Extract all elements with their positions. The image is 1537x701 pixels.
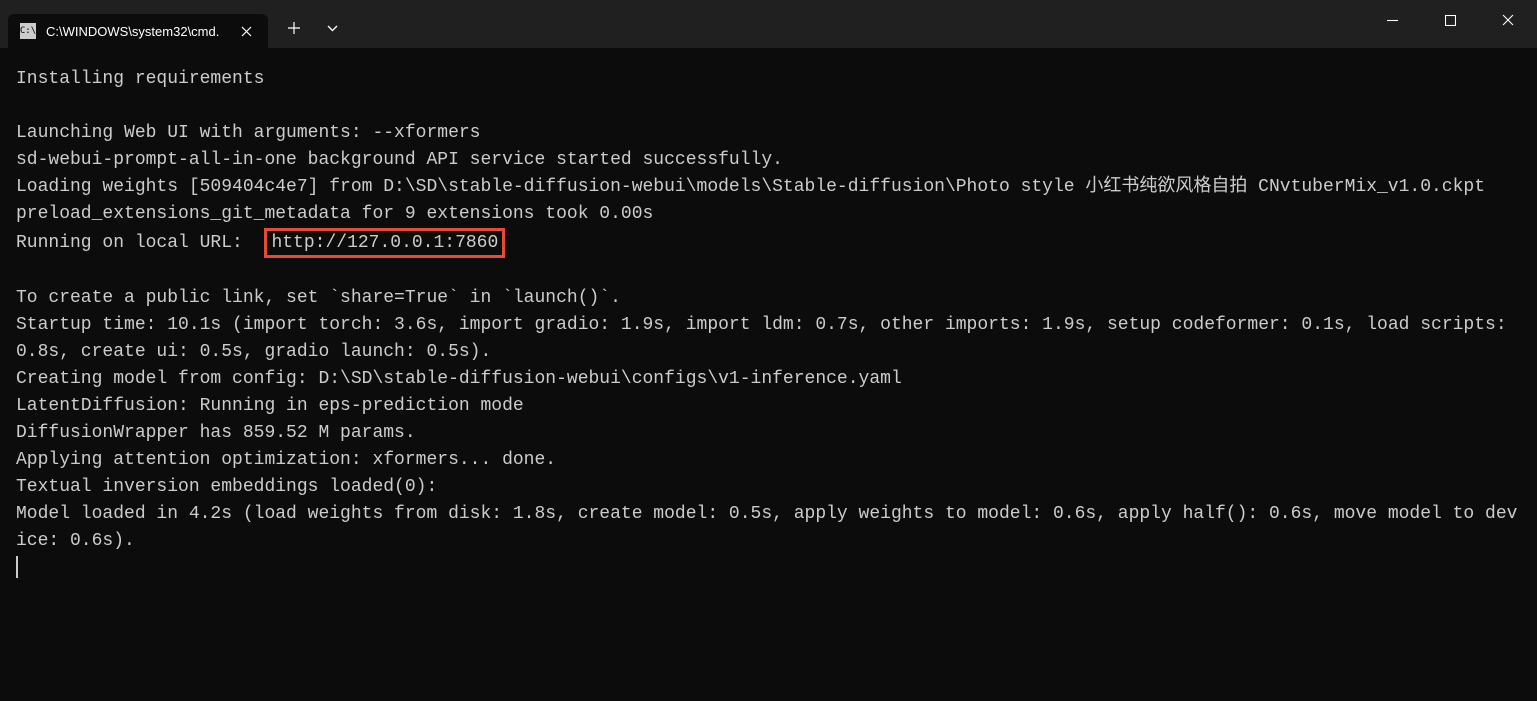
tab-active[interactable]: C:\ C:\WINDOWS\system32\cmd. xyxy=(8,14,268,48)
terminal-line: To create a public link, set `share=True… xyxy=(16,288,621,308)
terminal-line: Textual inversion embeddings loaded(0): xyxy=(16,477,437,497)
terminal-cursor xyxy=(16,556,26,578)
tab-title: C:\WINDOWS\system32\cmd. xyxy=(46,24,228,39)
local-url-highlight: http://127.0.0.1:7860 xyxy=(264,228,505,258)
terminal-line: LatentDiffusion: Running in eps-predicti… xyxy=(16,396,524,416)
terminal-output[interactable]: Installing requirements Launching Web UI… xyxy=(0,48,1537,600)
terminal-line: Launching Web UI with arguments: --xform… xyxy=(16,123,480,143)
tab-actions xyxy=(268,0,350,48)
terminal-line: Installing requirements xyxy=(16,69,264,89)
cmd-icon: C:\ xyxy=(20,23,36,39)
new-tab-button[interactable] xyxy=(276,11,312,45)
terminal-line: Loading weights [509404c4e7] from D:\SD\… xyxy=(16,177,1485,197)
terminal-line: Applying attention optimization: xformer… xyxy=(16,450,556,470)
maximize-button[interactable] xyxy=(1421,0,1479,40)
window-controls xyxy=(1363,0,1537,40)
terminal-line: Model loaded in 4.2s (load weights from … xyxy=(16,504,1517,551)
terminal-line-prefix: Running on local URL: xyxy=(16,233,264,253)
terminal-line: DiffusionWrapper has 859.52 M params. xyxy=(16,423,416,443)
minimize-button[interactable] xyxy=(1363,0,1421,40)
terminal-line: preload_extensions_git_metadata for 9 ex… xyxy=(16,204,653,224)
tab-dropdown-button[interactable] xyxy=(314,11,350,45)
tab-close-button[interactable] xyxy=(238,23,254,39)
terminal-line: Startup time: 10.1s (import torch: 3.6s,… xyxy=(16,315,1517,362)
titlebar: C:\ C:\WINDOWS\system32\cmd. xyxy=(0,0,1537,48)
tabs-area: C:\ C:\WINDOWS\system32\cmd. xyxy=(0,0,268,48)
close-button[interactable] xyxy=(1479,0,1537,40)
terminal-line: Creating model from config: D:\SD\stable… xyxy=(16,369,902,389)
terminal-line: sd-webui-prompt-all-in-one background AP… xyxy=(16,150,783,170)
